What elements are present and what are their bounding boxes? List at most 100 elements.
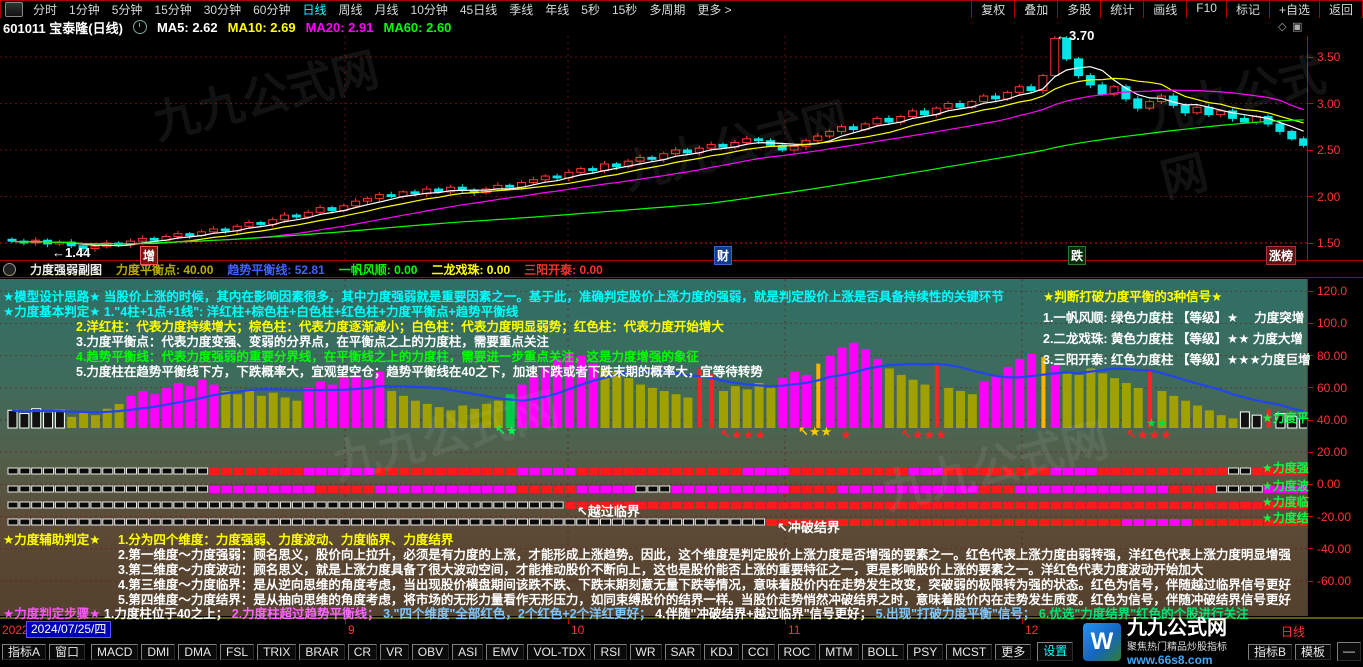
price-axis-tick xyxy=(1308,243,1313,244)
price-axis-tick xyxy=(1308,196,1313,197)
indicator-axis-label: 20.00 xyxy=(1317,445,1347,459)
menu-item-周线[interactable]: 周线 xyxy=(332,1,368,18)
toolbar-button-ROC[interactable]: ROC xyxy=(778,644,817,660)
toolbar-button-窗口[interactable]: 窗口 xyxy=(49,644,85,660)
indicator-value-力度平衡点: 力度平衡点: 40.00 xyxy=(116,261,213,278)
menu-item-分时[interactable]: 分时 xyxy=(27,1,63,18)
toolbar-button-MCST[interactable]: MCST xyxy=(946,644,992,660)
menu-item-45日线[interactable]: 45日线 xyxy=(454,1,503,18)
toolbar-button-FSL[interactable]: FSL xyxy=(220,644,254,660)
indicator-axis-label: -40.00 xyxy=(1317,542,1351,556)
stock-info-bar: 601011 宝泰隆(日线) MA5: 2.62 MA10: 2.69 MA20… xyxy=(0,18,1363,36)
menu-item-15秒[interactable]: 15秒 xyxy=(606,1,643,18)
menu-item-日线[interactable]: 日线 xyxy=(296,1,332,18)
period-label: 日线 xyxy=(1281,623,1305,640)
indicator-axis-tick xyxy=(1308,548,1313,549)
menu-item-15分钟[interactable]: 15分钟 xyxy=(148,1,197,18)
menu-item-统计[interactable]: 统计 xyxy=(1100,1,1143,18)
menu-item-月线[interactable]: 月线 xyxy=(369,1,405,18)
menu-item-返回[interactable]: 返回 xyxy=(1319,1,1362,18)
indicator-axis-label: 40.00 xyxy=(1317,413,1347,427)
minimize-button[interactable]: — xyxy=(1337,642,1361,661)
indicator-value-二龙戏珠: 二龙戏珠: 0.00 xyxy=(431,261,510,278)
toolbar-button-KDJ[interactable]: KDJ xyxy=(704,644,739,660)
toolbar-button-PSY[interactable]: PSY xyxy=(907,644,943,660)
date-tick-label: 11 xyxy=(788,623,800,637)
toolbar-button-SAR[interactable]: SAR xyxy=(665,644,702,660)
toolbar-button-EMV[interactable]: EMV xyxy=(486,644,524,660)
indicator-value-一帆风顺: 一帆风顺: 0.00 xyxy=(339,261,418,278)
toolbar-button-RSI[interactable]: RSI xyxy=(594,644,626,660)
ma60-value: MA60: 2.60 xyxy=(383,20,451,35)
selected-date-box[interactable]: 2024/07/25/四 xyxy=(26,621,111,638)
toolbar-button-VOL-TDX[interactable]: VOL-TDX xyxy=(527,644,591,660)
indicator-axis-tick xyxy=(1308,323,1313,324)
date-tick xyxy=(568,619,569,624)
menu-item-叠加[interactable]: 叠加 xyxy=(1014,1,1057,18)
menu-item-年线[interactable]: 年线 xyxy=(539,1,575,18)
indicator-axis-label: 60.00 xyxy=(1317,381,1347,395)
menu-item-多股[interactable]: 多股 xyxy=(1057,1,1100,18)
indicator-axis-tick xyxy=(1308,516,1313,517)
toolbar-button-DMI[interactable]: DMI xyxy=(141,644,175,660)
menu-item-5分钟[interactable]: 5分钟 xyxy=(106,1,149,18)
indicator-axis-label: -60.00 xyxy=(1317,574,1351,588)
indicator-axis-tick xyxy=(1308,387,1313,388)
toolbar-button-VR[interactable]: VR xyxy=(380,644,409,660)
indicator-icon[interactable] xyxy=(3,263,16,276)
toolbar-button-BOLL[interactable]: BOLL xyxy=(862,644,905,660)
price-svg[interactable] xyxy=(0,36,1307,260)
indicator-panel[interactable] xyxy=(0,279,1307,616)
settings-button[interactable]: 设置 xyxy=(1037,642,1073,661)
menu-item-F10[interactable]: F10 xyxy=(1186,1,1226,18)
ma10-value: MA10: 2.69 xyxy=(228,20,296,35)
toolbar-button-CR[interactable]: CR xyxy=(348,644,377,660)
price-axis-label: 1.50 xyxy=(1317,236,1340,250)
menu-item-60分钟[interactable]: 60分钟 xyxy=(247,1,296,18)
toolbar-button-模板[interactable]: 模板 xyxy=(1295,644,1331,660)
toolbar-button-OBV[interactable]: OBV xyxy=(412,644,449,660)
menu-item-画线[interactable]: 画线 xyxy=(1143,1,1186,18)
indicator-axis-label: 0.00 xyxy=(1317,477,1340,491)
price-axis-tick xyxy=(1308,150,1313,151)
menu-item-季线[interactable]: 季线 xyxy=(503,1,539,18)
year-label: 2022 xyxy=(2,623,29,637)
toolbar-button-DMA[interactable]: DMA xyxy=(178,644,217,660)
price-axis-label: 3.50 xyxy=(1317,50,1340,64)
toolbar-button-指标B[interactable]: 指标B xyxy=(1248,644,1292,660)
indicator-axis-label: 120.0 xyxy=(1317,284,1347,298)
price-axis-tick xyxy=(1308,57,1313,58)
indicator-axis-tick xyxy=(1308,452,1313,453)
indicator-axis-label: 80.00 xyxy=(1317,349,1347,363)
app-icon[interactable] xyxy=(5,2,23,17)
toolbar-button-BRAR[interactable]: BRAR xyxy=(299,644,344,660)
toolbar-button-更多[interactable]: 更多 xyxy=(995,644,1031,660)
toolbar-button-ASI[interactable]: ASI xyxy=(452,644,483,660)
clock-icon xyxy=(133,20,147,34)
date-tick-label: 12 xyxy=(1025,623,1038,637)
top-menu-bar: 分时1分钟5分钟15分钟30分钟60分钟日线周线月线10分钟45日线季线年线5秒… xyxy=(0,0,1363,19)
toolbar-button-MTM[interactable]: MTM xyxy=(819,644,858,660)
indicator-value-三阳开泰: 三阳开泰: 0.00 xyxy=(524,261,603,278)
menu-item-30分钟[interactable]: 30分钟 xyxy=(198,1,247,18)
toolbar-button-指标A[interactable]: 指标A xyxy=(2,644,46,660)
menu-item-5秒[interactable]: 5秒 xyxy=(575,1,606,18)
menu-item-10分钟[interactable]: 10分钟 xyxy=(405,1,454,18)
indicator-axis-tick xyxy=(1308,291,1313,292)
menu-item-复权[interactable]: 复权 xyxy=(971,1,1014,18)
indicator-svg[interactable] xyxy=(0,279,1307,616)
date-tick xyxy=(785,619,786,624)
toolbar-button-WR[interactable]: WR xyxy=(630,644,662,660)
toolbar-button-TRIX[interactable]: TRIX xyxy=(257,644,296,660)
candlestick-chart[interactable] xyxy=(0,36,1307,260)
menu-item-+自选[interactable]: +自选 xyxy=(1269,1,1319,18)
menu-item-更多 >[interactable]: 更多 > xyxy=(691,1,737,18)
menu-item-多周期[interactable]: 多周期 xyxy=(643,1,691,18)
date-axis: 2022 2024/07/25/四 日线 9101112 xyxy=(0,617,1363,640)
menu-item-标记[interactable]: 标记 xyxy=(1226,1,1269,18)
toolbar-button-CCI[interactable]: CCI xyxy=(742,644,775,660)
menu-item-1分钟[interactable]: 1分钟 xyxy=(63,1,106,18)
toolbar-button-MACD[interactable]: MACD xyxy=(91,644,138,660)
bottom-toolbar: 指标A窗口 MACDDMIDMAFSLTRIXBRARCRVROBVASIEMVV… xyxy=(0,640,1363,663)
ma5-value: MA5: 2.62 xyxy=(157,20,218,35)
